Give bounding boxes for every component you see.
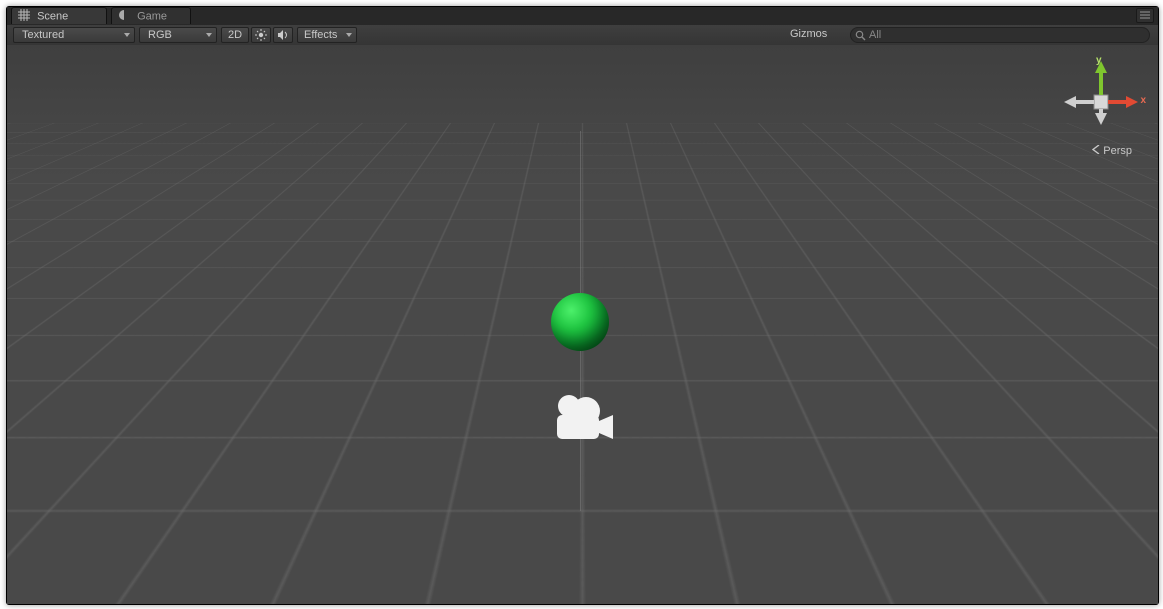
search-input[interactable]: All [850, 27, 1150, 43]
scene-viewport[interactable]: y x Persp [7, 45, 1158, 604]
camera-gizmo-icon[interactable] [547, 393, 611, 441]
shading-mode-dropdown[interactable]: Textured [13, 27, 135, 43]
2d-toggle-label: 2D [228, 29, 242, 41]
audio-toggle[interactable] [273, 27, 293, 43]
tab-game-label: Game [137, 11, 167, 23]
chevron-down-icon [346, 33, 352, 37]
gizmos-dropdown[interactable]: Gizmos [784, 27, 842, 43]
render-mode-label: RGB [148, 29, 172, 41]
sun-icon [255, 32, 267, 44]
chevron-down-icon [206, 33, 212, 37]
tab-game[interactable]: Game [111, 7, 191, 24]
chevron-down-icon [124, 33, 130, 37]
editor-window: Scene Game Textured RGB 2D [6, 6, 1159, 605]
axis-y-icon [1095, 61, 1107, 95]
tab-scene[interactable]: Scene [11, 7, 107, 24]
2d-toggle[interactable]: 2D [221, 27, 249, 43]
axis-z-icon [1064, 96, 1094, 108]
speaker-icon [277, 32, 289, 44]
tab-scene-label: Scene [37, 11, 68, 23]
sphere-gameobject[interactable] [551, 293, 609, 351]
render-mode-dropdown[interactable]: RGB [139, 27, 217, 43]
scene-toolbar: Textured RGB 2D Effects Gizmos [7, 25, 1158, 46]
projection-label-text: Persp [1103, 145, 1132, 157]
effects-dropdown[interactable]: Effects [297, 27, 357, 43]
axis-x-label: x [1140, 95, 1146, 106]
scene-grid-icon [18, 9, 30, 26]
grid-plane [7, 45, 1158, 123]
tab-options-button[interactable] [1136, 8, 1154, 23]
effects-label: Effects [304, 29, 337, 41]
lighting-toggle[interactable] [251, 27, 271, 43]
axis-y-label: y [1096, 55, 1102, 66]
shading-mode-label: Textured [22, 29, 64, 41]
orientation-gizmo[interactable]: y x [1060, 57, 1140, 137]
search-placeholder: All [869, 29, 881, 41]
projection-label[interactable]: Persp [1092, 145, 1132, 157]
search-icon [855, 30, 866, 45]
tab-strip: Scene Game [7, 7, 1158, 26]
axis-x-icon [1108, 96, 1138, 108]
gizmos-label: Gizmos [790, 28, 827, 40]
axis-down-icon [1095, 109, 1107, 125]
pacman-icon [118, 9, 130, 26]
chevron-left-icon [1092, 145, 1100, 157]
